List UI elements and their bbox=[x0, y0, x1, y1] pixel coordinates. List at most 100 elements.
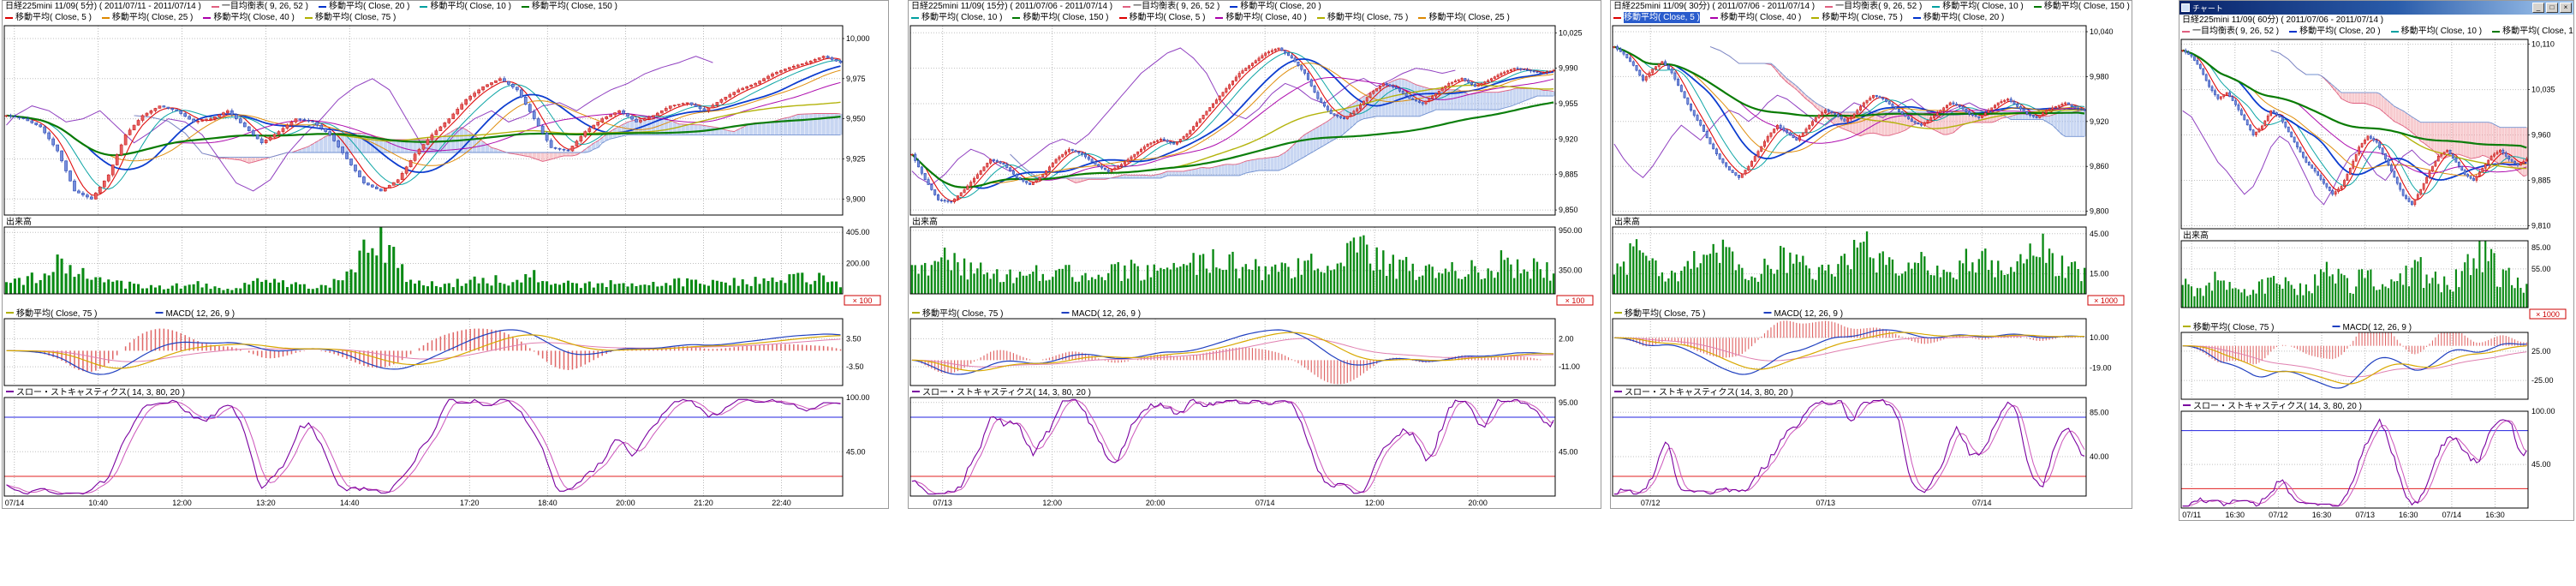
macd-pane[interactable] bbox=[4, 319, 843, 386]
stoch-series bbox=[1614, 399, 2084, 493]
stoch-axis-label: 100.00 bbox=[846, 393, 870, 402]
price-series bbox=[2182, 49, 2528, 207]
time-axis-label: 20:00 bbox=[1146, 499, 1166, 507]
macd-series bbox=[912, 330, 1553, 384]
legend-marker bbox=[1418, 17, 1426, 19]
window-titlebar[interactable]: チャート_□× bbox=[2179, 1, 2573, 15]
legend-item[interactable]: 移動平均( Close, 5 ) bbox=[5, 12, 92, 23]
volume-axis-label: 350.00 bbox=[1559, 266, 1583, 275]
macd-axis-label: -25.00 bbox=[2531, 376, 2554, 385]
legend-item[interactable]: 移動平均( Close, 25 ) bbox=[102, 12, 193, 23]
legend-item[interactable]: 移動平均( Close, 40 ) bbox=[1215, 12, 1306, 23]
macd-series bbox=[7, 329, 841, 374]
price-pane[interactable] bbox=[1613, 26, 2086, 215]
time-axis-label: 10:40 bbox=[88, 499, 108, 507]
price-axis-label: 9,955 bbox=[1559, 99, 1578, 108]
time-axis-label: 20:00 bbox=[616, 499, 635, 507]
legend-item[interactable]: 移動平均( Close, 150 ) bbox=[522, 1, 617, 12]
legend-item[interactable]: 移動平均( Close, 5 ) bbox=[1119, 12, 1206, 23]
legend-item[interactable]: 移動平均( Close, 150 ) bbox=[2034, 1, 2130, 12]
volume-multiplier-badge: × 1000 bbox=[2094, 296, 2118, 305]
macd-axis-label: 25.00 bbox=[2531, 347, 2551, 356]
legend-marker bbox=[1012, 17, 1020, 19]
ma75-pane-label: 移動平均( Close, 75 ) bbox=[2193, 321, 2274, 332]
stoch-pane[interactable] bbox=[4, 398, 843, 496]
price-axis-label: 10,000 bbox=[846, 34, 870, 43]
maximize-button[interactable]: □ bbox=[2546, 3, 2558, 13]
price-axis-label: 9,960 bbox=[2531, 131, 2551, 140]
legend-item[interactable]: 一目均衡表( 9, 26, 52 ) bbox=[212, 1, 308, 12]
legend-item[interactable]: 移動平均( Close, 40 ) bbox=[1710, 12, 1801, 23]
close-button[interactable]: × bbox=[2560, 3, 2572, 13]
price-axis-label: 9,860 bbox=[2090, 162, 2109, 170]
legend-item[interactable]: 移動平均( Close, 20 ) bbox=[1230, 1, 1321, 12]
chart-window-5min: 日経225mini 11/09( 5分) ( 2011/07/11 - 2011… bbox=[2, 0, 889, 509]
legend-item[interactable]: 移動平均( Close, 20 ) bbox=[319, 1, 409, 12]
volume-pane-label: 出来高 bbox=[2183, 230, 2209, 241]
legend-item[interactable]: 一目均衡表( 9, 26, 52 ) bbox=[2182, 26, 2279, 37]
stoch-pane-label: スロー・ストキャスティクス( 14, 3, 80, 20 ) bbox=[1625, 387, 1793, 398]
indicator-legend: 日経225mini 11/09( 5分) ( 2011/07/11 - 2011… bbox=[3, 1, 888, 25]
macd-axis-label: -11.00 bbox=[1559, 362, 1580, 371]
legend-marker bbox=[102, 17, 110, 19]
macd-axis-label: 10.00 bbox=[2090, 333, 2109, 342]
price-axis-label: 9,975 bbox=[846, 75, 866, 83]
chart-canvas-60min[interactable]: 07/1116:3007/1216:3007/1316:3007/1416:30… bbox=[2179, 39, 2574, 521]
chart-canvas-5min[interactable]: 07/1410:4012:0013:2014:4017:2018:4020:00… bbox=[3, 25, 889, 509]
legend-marker bbox=[5, 17, 13, 19]
macd-pane[interactable] bbox=[2181, 332, 2528, 399]
chart-canvas-30min[interactable]: 07/1207/1307/1410,0409,9809,9209,8609,80… bbox=[1611, 25, 2132, 509]
stoch-axis-label: 40.00 bbox=[2090, 452, 2109, 461]
price-series bbox=[5, 56, 842, 200]
pane-label-marker bbox=[2183, 326, 2191, 327]
price-axis-label: 10,035 bbox=[2531, 86, 2555, 94]
chart-title: 日経225mini 11/09( 15分) ( 2011/07/06 - 201… bbox=[911, 1, 1112, 12]
price-axis-label: 9,885 bbox=[2531, 176, 2551, 185]
stoch-series bbox=[912, 399, 1553, 493]
legend-item[interactable]: 移動平均( Close, 25 ) bbox=[1418, 12, 1509, 23]
ma75-pane-label: 移動平均( Close, 75 ) bbox=[1625, 308, 1705, 319]
legend-item[interactable]: 移動平均( Close, 40 ) bbox=[203, 12, 294, 23]
time-axis-label: 07/14 bbox=[5, 499, 25, 507]
legend-item[interactable]: 一目均衡表( 9, 26, 52 ) bbox=[1825, 1, 1922, 12]
macd-axis-label: -3.50 bbox=[846, 362, 864, 371]
legend-item[interactable]: 移動平均( Close, 10 ) bbox=[2391, 26, 2482, 37]
minimize-button[interactable]: _ bbox=[2532, 3, 2544, 13]
chart-window-60min: チャート_□×日経225mini 11/09( 60分) ( 2011/07/0… bbox=[2179, 0, 2574, 521]
indicator-legend: 日経225mini 11/09( 30分) ( 2011/07/06 - 201… bbox=[1611, 1, 2132, 25]
legend-item[interactable]: 移動平均( Close, 10 ) bbox=[420, 1, 510, 12]
stoch-pane[interactable] bbox=[910, 398, 1555, 496]
time-axis-label: 20:00 bbox=[1468, 499, 1488, 507]
legend-item[interactable]: 移動平均( Close, 75 ) bbox=[1811, 12, 1902, 23]
legend-item[interactable]: 移動平均( Close, 10 ) bbox=[911, 12, 1002, 23]
legend-marker bbox=[203, 17, 211, 19]
macd-pane[interactable] bbox=[1613, 319, 2086, 386]
legend-marker bbox=[1811, 17, 1819, 19]
chart-canvas-15min[interactable]: 07/1312:0020:0007/1412:0020:0010,0259,99… bbox=[909, 25, 1601, 509]
stoch-axis-label: 45.00 bbox=[846, 447, 866, 456]
legend-item[interactable]: 移動平均( Close, 10 ) bbox=[1932, 1, 2023, 12]
legend-marker bbox=[1932, 6, 1940, 8]
legend-item[interactable]: 移動平均( Close, 20 ) bbox=[2289, 26, 2380, 37]
price-pane[interactable] bbox=[4, 26, 843, 215]
legend-marker bbox=[319, 6, 326, 8]
desktop: 日経225mini 11/09( 5分) ( 2011/07/11 - 2011… bbox=[0, 0, 2576, 586]
legend-marker bbox=[420, 6, 427, 8]
legend-item[interactable]: 移動平均( Close, 20 ) bbox=[1913, 12, 2004, 23]
pane-label-marker bbox=[156, 312, 164, 314]
legend-item[interactable]: 移動平均( Close, 75 ) bbox=[305, 12, 396, 23]
macd-axis-label: 3.50 bbox=[846, 334, 862, 343]
legend-marker bbox=[212, 6, 219, 8]
volume-axis-label: 200.00 bbox=[846, 260, 870, 268]
time-axis-label: 07/11 bbox=[2182, 511, 2201, 519]
volume-axis-label: 85.00 bbox=[2531, 243, 2551, 252]
price-axis-label: 9,980 bbox=[2090, 72, 2109, 81]
legend-item[interactable]: 移動平均( Close, 5 ) bbox=[1613, 12, 1700, 23]
stoch-pane[interactable] bbox=[2181, 411, 2528, 508]
legend-marker bbox=[1215, 17, 1223, 19]
legend-item[interactable]: 移動平均( Close, 75 ) bbox=[1317, 12, 1408, 23]
legend-item[interactable]: 移動平均( Close, 150 ) bbox=[2492, 26, 2573, 37]
legend-item[interactable]: 移動平均( Close, 150 ) bbox=[1012, 12, 1108, 23]
time-axis-label: 07/14 bbox=[1972, 499, 1992, 507]
legend-item[interactable]: 一目均衡表( 9, 26, 52 ) bbox=[1123, 1, 1219, 12]
